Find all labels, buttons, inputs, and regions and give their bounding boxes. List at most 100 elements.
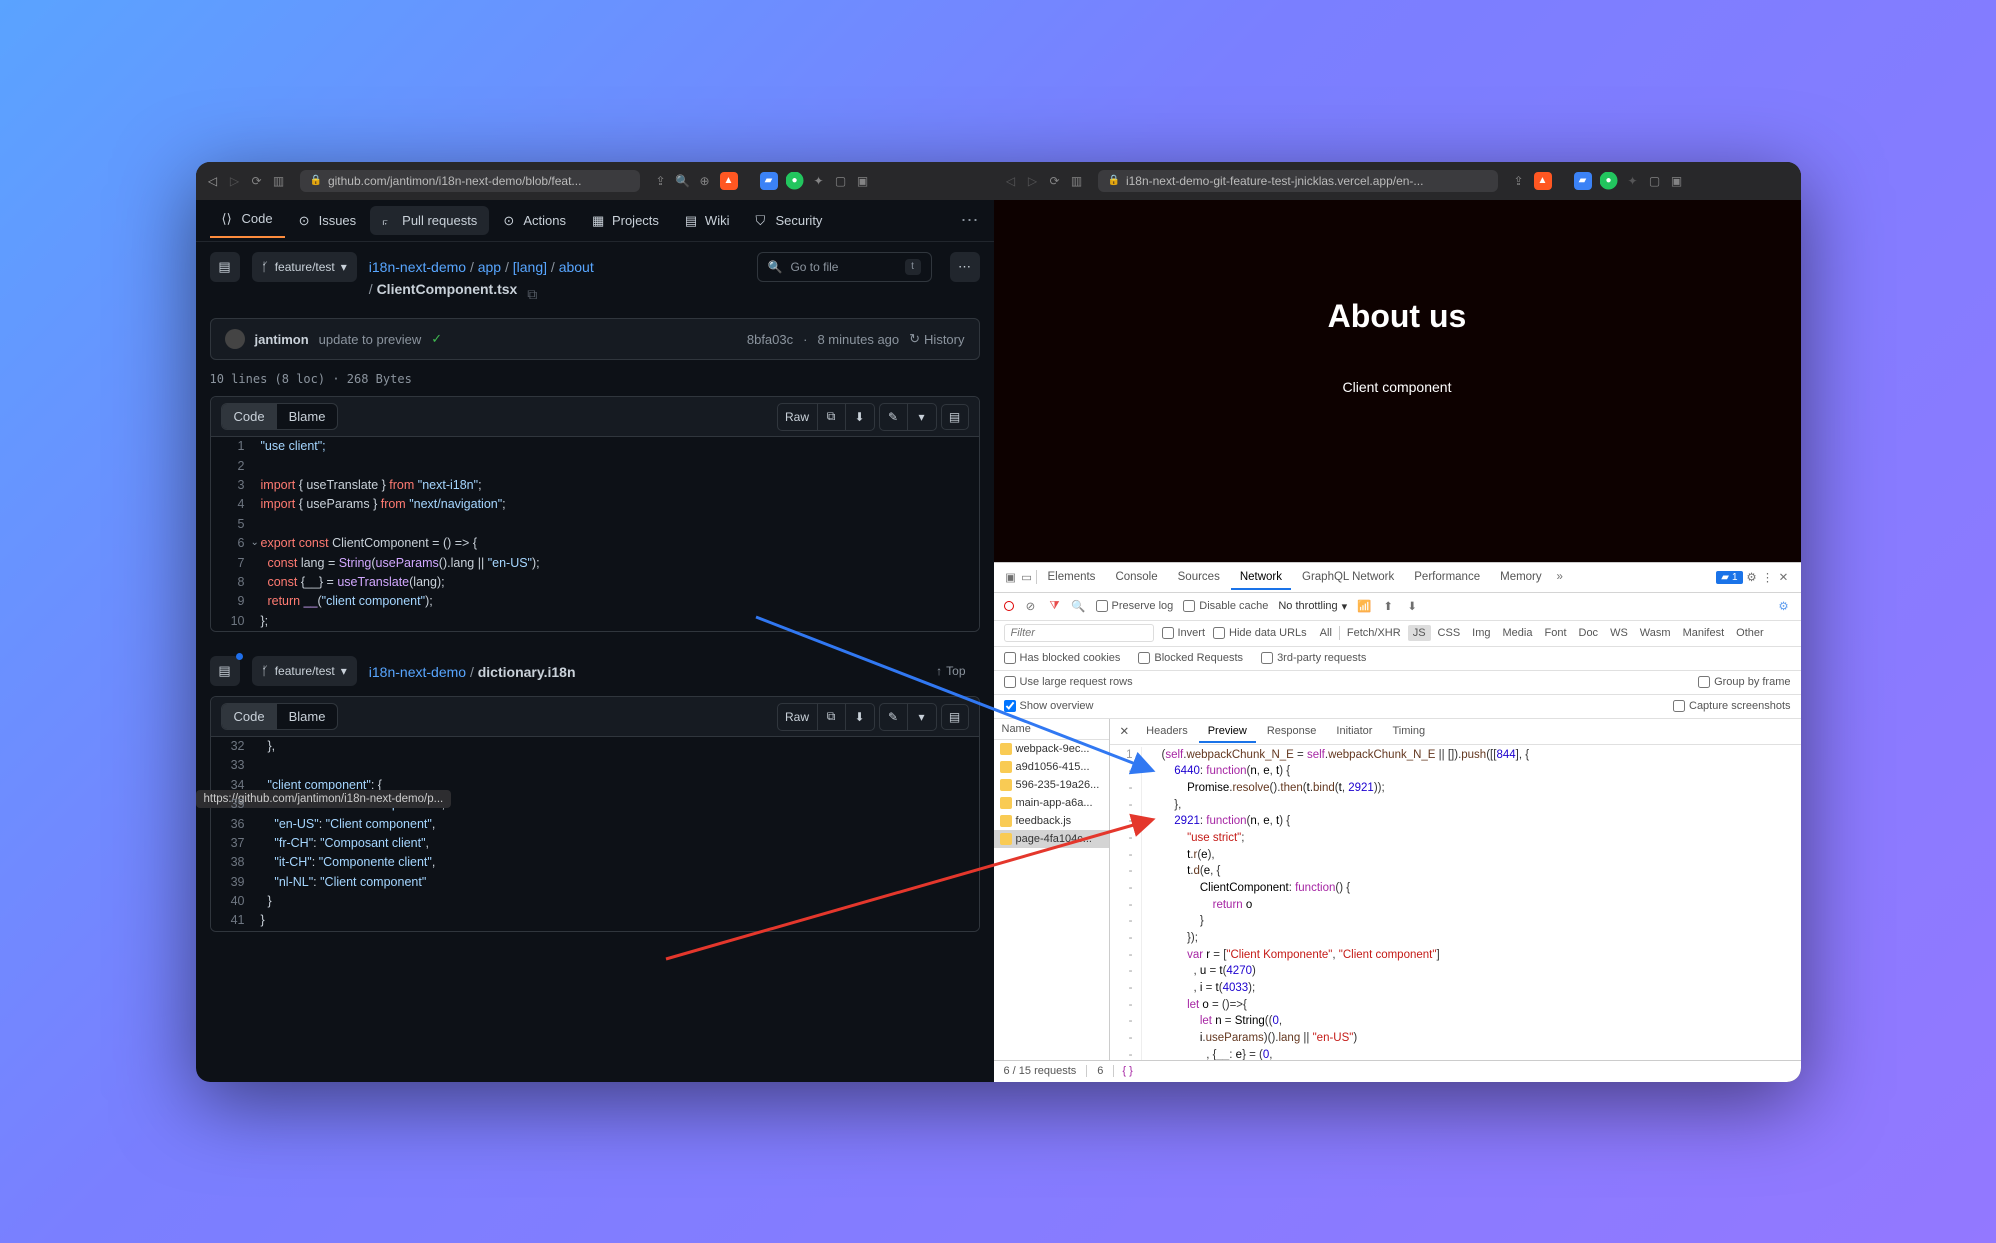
group-by-frame-checkbox[interactable]: Group by frame — [1698, 676, 1790, 688]
filter-input[interactable] — [1004, 624, 1154, 642]
tab-pull-requests[interactable]: ⟔Pull requests — [370, 206, 489, 235]
type-filter-wasm[interactable]: Wasm — [1635, 625, 1676, 641]
type-filter-all[interactable]: All — [1315, 625, 1337, 641]
extension-green-icon[interactable]: ● — [786, 172, 804, 190]
panel-icon[interactable]: ▢ — [834, 174, 848, 188]
branch-selector[interactable]: ᚶ feature/test ▾ — [252, 252, 357, 282]
file-search[interactable]: 🔍 Go to file t — [757, 252, 932, 282]
copy-raw-button-2[interactable]: ⧉ — [818, 704, 846, 730]
tab-code[interactable]: ⟨⟩ Code — [210, 204, 285, 238]
bc-about[interactable]: about — [559, 259, 594, 275]
bookmark-icon[interactable]: ⊕ — [698, 174, 712, 188]
preserve-log-checkbox[interactable]: Preserve log — [1096, 600, 1174, 612]
share-icon[interactable]: ⇪ — [654, 174, 668, 188]
copy-path-icon[interactable]: ⧉ — [527, 283, 541, 297]
tab-gql[interactable]: GraphQL Network — [1293, 565, 1403, 589]
branch-selector-2[interactable]: ᚶ feature/test ▾ — [252, 656, 357, 686]
panel-icon[interactable]: ▢ — [1648, 174, 1662, 188]
overflow-button[interactable]: ⋯ — [961, 210, 980, 231]
symbols-button[interactable]: ▤ — [941, 404, 969, 430]
request-row[interactable]: feedback.js — [994, 812, 1109, 830]
bc-app[interactable]: app — [478, 259, 501, 275]
pip-icon[interactable]: ▣ — [856, 174, 870, 188]
sidebar-icon[interactable]: ▥ — [272, 174, 286, 188]
toggle-code-2[interactable]: Code — [222, 704, 277, 729]
commit-sha[interactable]: 8bfa03c — [747, 332, 793, 347]
download-button[interactable]: ⬇ — [846, 404, 874, 430]
record-button[interactable] — [1004, 601, 1014, 611]
format-icon[interactable]: { } — [1114, 1065, 1140, 1077]
brave-shield-icon[interactable]: ▲ — [720, 172, 738, 190]
commit-msg[interactable]: update to preview — [319, 332, 422, 347]
extension-blue-icon[interactable]: ▰ — [760, 172, 778, 190]
nav-back-icon[interactable]: ◁ — [206, 174, 220, 188]
disable-cache-checkbox[interactable]: Disable cache — [1183, 600, 1268, 612]
type-filter-js[interactable]: JS — [1408, 625, 1431, 641]
type-filter-font[interactable]: Font — [1539, 625, 1571, 641]
devices-icon[interactable]: ▭ — [1020, 570, 1034, 584]
more-icon[interactable]: ⋮ — [1761, 570, 1775, 584]
tab-network[interactable]: Network — [1231, 565, 1291, 590]
request-row[interactable]: 596-235-19a26... — [994, 776, 1109, 794]
tab-actions[interactable]: ⊙Actions — [491, 206, 578, 235]
search-icon[interactable]: 🔍 — [1072, 599, 1086, 613]
pip-icon[interactable]: ▣ — [1670, 174, 1684, 188]
sidebar-icon[interactable]: ▥ — [1070, 174, 1084, 188]
tab-memory[interactable]: Memory — [1491, 565, 1551, 589]
request-row[interactable]: page-4fa104c... — [994, 830, 1109, 848]
edit-chevron-2[interactable]: ▾ — [908, 704, 936, 730]
wifi-icon[interactable]: 📶 — [1357, 599, 1371, 613]
raw-button-2[interactable]: Raw — [778, 704, 818, 730]
bc-repo-2[interactable]: i18n-next-demo — [369, 664, 466, 680]
extension-green-icon[interactable]: ● — [1600, 172, 1618, 190]
commit-author[interactable]: jantimon — [255, 332, 309, 347]
type-filter-manifest[interactable]: Manifest — [1678, 625, 1730, 641]
close-icon[interactable]: ✕ — [1777, 570, 1791, 584]
third-party-checkbox[interactable]: 3rd-party requests — [1261, 652, 1366, 664]
blocked-requests-checkbox[interactable]: Blocked Requests — [1138, 652, 1243, 664]
type-filter-ws[interactable]: WS — [1605, 625, 1633, 641]
tab-wiki[interactable]: ▤Wiki — [673, 206, 742, 235]
reload-icon[interactable]: ⟳ — [250, 174, 264, 188]
more-options-button[interactable]: ⋯ — [950, 252, 980, 282]
tab-console[interactable]: Console — [1106, 565, 1166, 589]
search-page-icon[interactable]: 🔍 — [676, 174, 690, 188]
hide-data-urls-checkbox[interactable]: Hide data URLs — [1213, 627, 1307, 639]
file-tree-toggle-2[interactable]: ▤ — [210, 656, 240, 686]
extension-blue-icon[interactable]: ▰ — [1574, 172, 1592, 190]
url-bar[interactable]: 🔒 github.com/jantimon/i18n-next-demo/blo… — [300, 170, 640, 192]
nav-forward-icon[interactable]: ▷ — [1026, 174, 1040, 188]
type-filter-doc[interactable]: Doc — [1574, 625, 1604, 641]
inspect-icon[interactable]: ▣ — [1004, 570, 1018, 584]
invert-checkbox[interactable]: Invert — [1162, 627, 1206, 639]
upload-icon[interactable]: ⬆ — [1381, 599, 1395, 613]
copy-raw-button[interactable]: ⧉ — [818, 404, 846, 430]
file-tree-toggle[interactable]: ▤ — [210, 252, 240, 282]
status-check-icon[interactable]: ✓ — [431, 331, 442, 347]
reload-icon[interactable]: ⟳ — [1048, 174, 1062, 188]
tab-elements[interactable]: Elements — [1039, 565, 1105, 589]
nav-forward-icon[interactable]: ▷ — [228, 174, 242, 188]
detail-tab-initiator[interactable]: Initiator — [1327, 720, 1381, 742]
issues-indicator[interactable]: ▰ 1 — [1716, 571, 1742, 584]
type-filter-media[interactable]: Media — [1498, 625, 1538, 641]
raw-button[interactable]: Raw — [778, 404, 818, 430]
name-column-header[interactable]: Name — [994, 719, 1109, 740]
type-filter-fetch-xhr[interactable]: Fetch/XHR — [1342, 625, 1406, 641]
filter-icon[interactable]: ⧩ — [1048, 599, 1062, 613]
type-filter-other[interactable]: Other — [1731, 625, 1769, 641]
edit-button-2[interactable]: ✎ — [880, 704, 908, 730]
tab-sources[interactable]: Sources — [1169, 565, 1229, 589]
capture-screenshots-checkbox[interactable]: Capture screenshots — [1673, 700, 1791, 712]
request-row[interactable]: main-app-a6a... — [994, 794, 1109, 812]
bc-lang[interactable]: [lang] — [513, 259, 547, 275]
scroll-top-link[interactable]: ↑ Top — [936, 664, 965, 678]
tab-projects[interactable]: ▦Projects — [580, 206, 671, 235]
detail-tab-response[interactable]: Response — [1258, 720, 1326, 742]
detail-tab-timing[interactable]: Timing — [1383, 720, 1434, 742]
download-icon[interactable]: ⬇ — [1405, 599, 1419, 613]
detail-tab-headers[interactable]: Headers — [1137, 720, 1197, 742]
toggle-blame[interactable]: Blame — [277, 404, 338, 429]
url-bar-right[interactable]: 🔒 i18n-next-demo-git-feature-test-jnickl… — [1098, 170, 1498, 192]
share-icon[interactable]: ⇪ — [1512, 174, 1526, 188]
